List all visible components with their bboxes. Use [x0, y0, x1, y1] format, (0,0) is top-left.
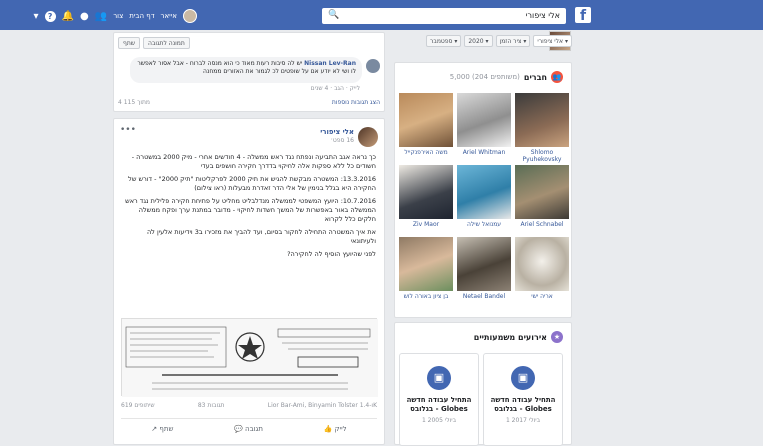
post-date[interactable]: 16 ספט׳ — [330, 137, 354, 144]
post-paragraph: 13.3.2016: המשטרה מבקשת להגיש את תיק 200… — [128, 175, 376, 192]
tag-photo-button[interactable]: תמונה לתגובה — [143, 37, 190, 49]
friend-tile[interactable]: Ziv Maor — [399, 165, 453, 228]
friend-requests-icon[interactable]: 👥 — [95, 11, 107, 22]
share-action[interactable]: ↗ שתף — [151, 425, 173, 433]
document-image[interactable] — [121, 318, 378, 397]
event-title: התחיל עבודה חדשה בגלובס - Globes — [490, 396, 556, 413]
friend-photo[interactable] — [399, 165, 453, 219]
post-action-bar: ↗ שתף 💬 תגובה 👍 לייק — [121, 418, 377, 433]
friend-photo[interactable] — [515, 237, 569, 291]
friend-name[interactable]: Ariel Whitman — [457, 149, 511, 156]
document-scan-icon — [122, 319, 378, 397]
reaction-names[interactable]: Lior Bar-Ami, Binyamin Tolster ו-1.4K — [268, 402, 377, 409]
search-icon[interactable]: 🔍 — [328, 10, 339, 20]
event-title: התחיל עבודה חדשה בגלובס - Globes — [406, 396, 472, 413]
post-author[interactable]: אלי ציפורי — [320, 128, 354, 136]
friend-tile[interactable]: Ariel Whitman — [457, 93, 511, 156]
search-input[interactable]: אלי ציפורי 🔍 — [322, 8, 566, 24]
comment-author[interactable]: Nissan Lev-Ran — [304, 60, 356, 67]
friend-name[interactable]: עמנואל שילה — [457, 221, 511, 228]
friend-tile[interactable]: Netael Bandel — [457, 237, 511, 300]
comment-bubble: Nissan Lev-Ran יש לה סיבות רעות מאוד כי … — [130, 57, 362, 83]
comments-count: 4 מתוך 115 — [118, 99, 150, 106]
friend-name[interactable]: Shlomo Pyuhekovsky — [515, 149, 569, 163]
event-date: 1 ביולי 2005 — [421, 417, 457, 424]
post-paragraph: כך נראה אגב התביעה ונפתח נגד ראש ממשלה -… — [131, 153, 376, 170]
events-title[interactable]: אירועים משמעותיים — [474, 333, 547, 342]
friends-header: 5,000 (204 משותפים) חברים 👥 — [450, 71, 563, 83]
comment-meta[interactable]: לייק · הגב · 4 שנים — [311, 85, 360, 92]
filter-month[interactable]: ספטמבר ▾ — [425, 35, 462, 47]
nav-avatar[interactable] — [183, 9, 197, 23]
briefcase-icon: ▣ — [427, 366, 451, 390]
friend-name[interactable]: Netael Bandel — [457, 293, 511, 300]
friend-tile[interactable]: אריה ישי — [515, 237, 569, 300]
share-count[interactable]: 619 שיתופים — [121, 402, 155, 409]
filter-year[interactable]: 2020 ▾ — [464, 35, 493, 47]
search-query-text: אלי ציפורי — [525, 11, 560, 20]
commenter-avatar[interactable] — [366, 59, 380, 73]
friend-tile[interactable]: בן ציון באורה לוש — [399, 237, 453, 300]
friend-tile[interactable]: משה האירפנקייל — [399, 93, 453, 156]
friends-card: 5,000 (204 משותפים) חברים 👥 Shlomo Pyuhe… — [394, 62, 572, 318]
life-event-tile[interactable]: ▣ התחיל עבודה חדשה בגלובס - Globes 1 ביו… — [399, 353, 479, 446]
friend-name[interactable]: Ariel Schnabel — [515, 221, 569, 228]
event-date: 1 ביולי 2017 — [505, 417, 541, 424]
friend-name[interactable]: אריה ישי — [515, 293, 569, 300]
filter-profile-name[interactable]: אלי ציפורי ▾ — [533, 35, 572, 47]
post-comment-preview: שתף תמונה לתגובה Nissan Lev-Ran יש לה סי… — [113, 32, 385, 112]
friend-photo[interactable] — [457, 93, 511, 147]
post-author-avatar[interactable] — [358, 127, 378, 147]
comment-count[interactable]: 83 תגובות — [198, 402, 225, 409]
comment-action[interactable]: 💬 תגובה — [234, 425, 263, 433]
like-action[interactable]: 👍 לייק — [324, 425, 347, 433]
post-paragraph: 10.7.2016: היועץ המשפטי לממשלה מנדלבליט … — [125, 197, 376, 223]
friend-tile[interactable]: עמנואל שילה — [457, 165, 511, 228]
messenger-icon[interactable]: ● — [80, 11, 89, 22]
share-button[interactable]: שתף — [118, 37, 141, 49]
top-nav-right: ▾ ? 🔔 ● 👥 צור דף הבית אייאר — [34, 8, 197, 24]
post-tools: שתף תמונה לתגובה — [118, 37, 190, 49]
life-event-tile[interactable]: ▣ התחיל עבודה חדשה בגלובס - Globes 1 ביו… — [483, 353, 563, 446]
more-options-icon[interactable]: ••• — [120, 125, 136, 135]
friend-photo[interactable] — [457, 165, 511, 219]
friend-photo[interactable] — [399, 237, 453, 291]
help-icon[interactable]: ? — [44, 10, 56, 22]
nav-create[interactable]: צור — [113, 12, 123, 20]
friends-count: 5,000 (204 משותפים) — [449, 73, 520, 81]
friend-tile[interactable]: Ariel Schnabel — [515, 165, 569, 228]
comments-footer: 4 מתוך 115 הצג תגובות נוספות — [118, 99, 380, 106]
friend-photo[interactable] — [515, 165, 569, 219]
post-body: כך נראה אגב התביעה ונפתח נגד ראש ממשלה -… — [122, 153, 376, 263]
events-header: אירועים משמעותיים ★ — [474, 331, 563, 343]
friend-name[interactable]: בן ציון באורה לוש — [399, 293, 453, 300]
post-paragraph: את איך המשטרה התחילה לחקור בסיום, ועד לה… — [146, 228, 376, 245]
filter-timeline[interactable]: ציר הזמן ▾ — [495, 35, 531, 47]
friend-photo[interactable] — [515, 93, 569, 147]
post-stats: 619 שיתופים 83 תגובות Lior Bar-Ami, Biny… — [121, 402, 377, 409]
nav-home[interactable]: דף הבית — [129, 12, 154, 20]
friend-tile[interactable]: Shlomo Pyuhekovsky — [515, 93, 569, 163]
notifications-icon[interactable]: 🔔 — [62, 11, 74, 22]
account-menu-icon[interactable]: ▾ — [34, 11, 39, 22]
top-navigation-bar: f אלי ציפורי 🔍 ▾ ? 🔔 ● 👥 צור דף הבית איי… — [0, 0, 763, 30]
friend-name[interactable]: Ziv Maor — [399, 221, 453, 228]
life-events-card: אירועים משמעותיים ★ ▣ התחיל עבודה חדשה ב… — [394, 322, 572, 446]
timeline-filter-bar: ספטמבר ▾ 2020 ▾ ציר הזמן ▾ אלי ציפורי ▾ — [389, 32, 572, 50]
friend-name[interactable]: משה האירפנקייל — [399, 149, 453, 156]
friends-title[interactable]: חברים — [524, 73, 547, 82]
post-paragraph: לפני שהיועץ הוסיף לה לחקירה? — [287, 250, 376, 258]
friend-photo[interactable] — [457, 237, 511, 291]
friends-icon: 👥 — [551, 71, 563, 83]
nav-profile-name[interactable]: אייאר — [161, 12, 177, 20]
briefcase-icon: ▣ — [511, 366, 535, 390]
facebook-logo-icon[interactable]: f — [575, 7, 591, 23]
more-comments-link[interactable]: הצג תגובות נוספות — [332, 99, 380, 106]
events-icon: ★ — [551, 331, 563, 343]
friend-photo[interactable] — [399, 93, 453, 147]
